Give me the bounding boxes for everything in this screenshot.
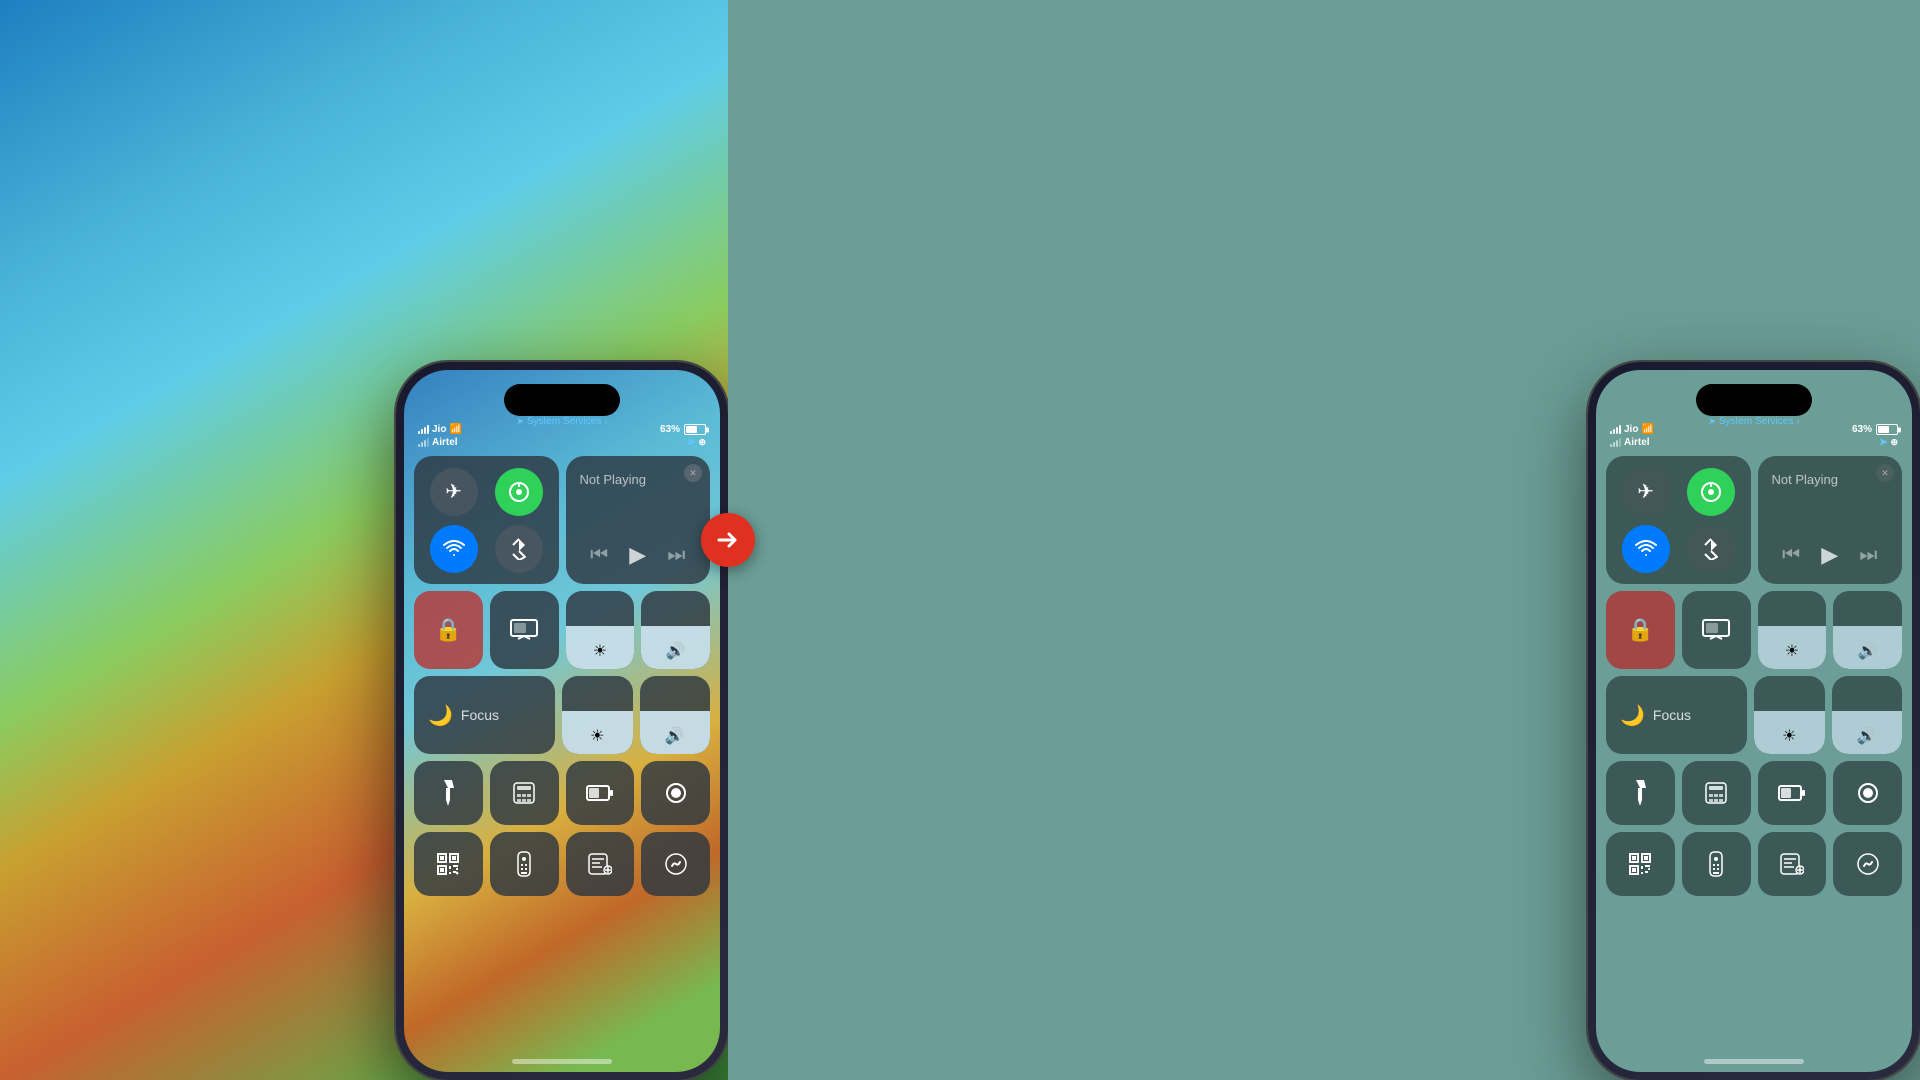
home-indicator-right <box>1704 1059 1804 1064</box>
location-icon-right: ⊕ <box>698 437 706 448</box>
dynamic-island <box>504 384 620 416</box>
shazam-btn-right[interactable] <box>1833 832 1902 896</box>
brightness-btn2-right[interactable]: ☀ <box>1754 676 1825 754</box>
airplane-btn-left[interactable]: ✈ <box>430 468 478 516</box>
status-bar: Jio 📶 Airtel <box>418 424 706 448</box>
low-power-btn-right[interactable] <box>1758 761 1827 825</box>
flashlight-btn-right[interactable] <box>1606 761 1675 825</box>
volume-slider-right[interactable]: 🔊 <box>1833 591 1902 669</box>
remote-btn-left[interactable] <box>490 832 559 896</box>
brightness-slider-right[interactable]: ☀ <box>1758 591 1827 669</box>
brightness-btn2-left[interactable]: ☀ <box>562 676 633 754</box>
forward-btn-right[interactable]: ⏭ <box>1859 544 1877 567</box>
battery-percent: 63% <box>660 424 680 435</box>
media-controls-right: ⏮ ▶ ⏭ <box>1772 542 1889 572</box>
location-text-left: System Services <box>527 416 601 427</box>
low-power-btn-left[interactable] <box>566 761 635 825</box>
home-indicator-left <box>512 1059 612 1064</box>
location-text-right: System Services <box>1719 416 1793 427</box>
status-bar-right: Jio 📶 Airtel <box>1610 424 1898 448</box>
media-controls-left: ⏮ ▶ ⏭ <box>580 542 697 572</box>
forward-btn-left[interactable]: ⏭ <box>667 544 685 567</box>
qr-scanner-btn-left[interactable] <box>414 832 483 896</box>
left-phone: Jio 📶 Airtel <box>396 362 728 1080</box>
quick-note-btn-left[interactable] <box>566 832 635 896</box>
screen-record-btn-right[interactable] <box>1833 761 1902 825</box>
control-center-right: ✈ ✕ N <box>1606 456 1902 896</box>
cellular-btn-right[interactable] <box>1687 468 1735 516</box>
calculator-btn-left[interactable] <box>490 761 559 825</box>
control-center-left: ✈ ✕ <box>414 456 710 896</box>
airplane-btn-right[interactable]: ✈ <box>1622 468 1670 516</box>
qr-scanner-btn-right[interactable] <box>1606 832 1675 896</box>
focus-label-left: Focus <box>461 707 499 723</box>
carrier2-label: Airtel <box>432 437 458 448</box>
focus-label-right: Focus <box>1653 707 1691 723</box>
now-playing-tile-right: ✕ Not Playing ⏮ ▶ ⏭ <box>1758 456 1903 584</box>
carrier1-label: Jio <box>432 424 446 435</box>
lock-rotation-btn-right[interactable]: 🔒 <box>1606 591 1675 669</box>
play-btn-right[interactable]: ▶ <box>1821 542 1838 568</box>
close-btn-left[interactable]: ✕ <box>684 464 702 482</box>
wifi-icon: 📶 <box>449 424 461 435</box>
right-background: Jio 📶 Airtel <box>728 0 1920 1080</box>
screen-mirror-btn-left[interactable] <box>490 591 559 669</box>
screen-record-btn-left[interactable] <box>641 761 710 825</box>
wifi-btn-left[interactable] <box>430 525 478 573</box>
focus-btn-left[interactable]: 🌙 Focus <box>414 676 555 754</box>
left-background: Jio 📶 Airtel <box>0 0 728 1080</box>
carrier1-right: Jio <box>1624 424 1638 435</box>
rewind-btn-left[interactable]: ⏮ <box>590 544 608 567</box>
screen-mirror-btn-right[interactable] <box>1682 591 1751 669</box>
location-bar-right: ➤ System Services › <box>1708 416 1799 427</box>
connectivity-tile-right: ✈ <box>1606 456 1751 584</box>
brightness-slider-left[interactable]: ☀ <box>566 591 635 669</box>
bluetooth-btn-right[interactable] <box>1687 525 1735 573</box>
close-btn-right[interactable]: ✕ <box>1876 464 1894 482</box>
shazam-btn-left[interactable] <box>641 832 710 896</box>
not-playing-label-right: Not Playing <box>1772 472 1889 487</box>
connectivity-tile-left: ✈ <box>414 456 559 584</box>
battery-right: 63% <box>1852 424 1872 435</box>
calculator-btn-right[interactable] <box>1682 761 1751 825</box>
focus-btn-right[interactable]: 🌙 Focus <box>1606 676 1747 754</box>
volume-btn2-right[interactable]: 🔊 <box>1832 676 1903 754</box>
location-icon-right2: ⊕ <box>1890 437 1898 448</box>
bluetooth-btn-left[interactable] <box>495 525 543 573</box>
rewind-btn-right[interactable]: ⏮ <box>1782 544 1800 567</box>
dynamic-island-right <box>1696 384 1812 416</box>
wifi-icon-right: 📶 <box>1641 424 1653 435</box>
lock-rotation-btn-left[interactable]: 🔒 <box>414 591 483 669</box>
wifi-btn-right[interactable] <box>1622 525 1670 573</box>
volume-slider-left[interactable]: 🔊 <box>641 591 710 669</box>
play-btn-left[interactable]: ▶ <box>629 542 646 568</box>
now-playing-tile-left: ✕ Not Playing ⏮ ▶ ⏭ <box>566 456 711 584</box>
cellular-btn-left[interactable] <box>495 468 543 516</box>
location-bar-left: ➤ System Services › <box>516 416 607 427</box>
volume-btn2-left[interactable]: 🔊 <box>640 676 711 754</box>
quick-note-btn-right[interactable] <box>1758 832 1827 896</box>
flashlight-btn-left[interactable] <box>414 761 483 825</box>
right-phone: Jio 📶 Airtel <box>1588 362 1920 1080</box>
remote-btn-right[interactable] <box>1682 832 1751 896</box>
not-playing-label-left: Not Playing <box>580 472 697 487</box>
transition-arrow <box>701 513 755 567</box>
carrier2-right: Airtel <box>1624 437 1650 448</box>
